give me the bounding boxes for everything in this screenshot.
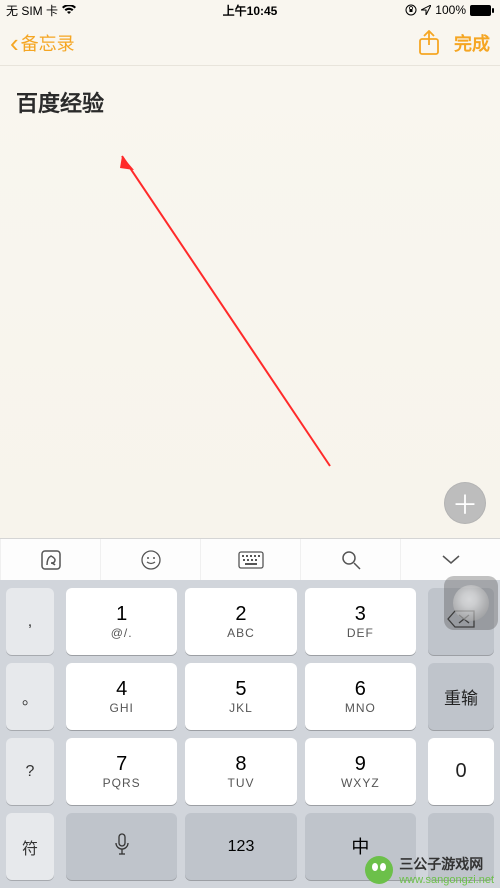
keyboard-switch-button[interactable] [201,539,301,580]
note-text: 百度经验 [16,86,484,118]
key-reenter[interactable]: 重输 [428,663,494,730]
key-mic[interactable] [66,813,177,880]
carrier-text: 无 SIM 卡 [6,2,58,19]
collapse-keyboard-button[interactable] [401,539,500,580]
watermark-title: 三公子游戏网 [399,854,494,874]
emoji-button[interactable] [101,539,201,580]
nav-bar: ‹ 备忘录 完成 [0,20,500,66]
annotation-arrow [0,66,500,538]
add-attachment-button[interactable]: ＋ [444,482,486,524]
battery-icon [470,5,494,16]
key-123[interactable]: 123 [185,813,296,880]
watermark-url: www.sangongzi.net [399,874,494,886]
back-label: 备忘录 [21,30,75,56]
mic-icon [114,833,130,860]
share-button[interactable] [418,30,440,56]
key-comma[interactable]: , [6,588,54,655]
key-4[interactable]: 4GHI [66,663,177,730]
keyboard-right-column: 重输 0 [422,580,500,888]
watermark: 三公子游戏网 www.sangongzi.net [365,854,494,886]
key-period[interactable]: 。 [6,663,54,730]
backspace-icon [447,610,475,633]
watermark-logo-icon [365,856,393,884]
status-left: 无 SIM 卡 [6,2,76,19]
location-icon [421,5,431,15]
key-backspace[interactable] [428,588,494,655]
done-button[interactable]: 完成 [454,30,490,56]
status-bar: 无 SIM 卡 上午10:45 100% [0,0,500,20]
plus-icon: ＋ [452,485,478,522]
key-0[interactable]: 0 [428,738,494,805]
chevron-left-icon: ‹ [10,30,19,56]
rotation-lock-icon [405,4,417,16]
back-button[interactable]: ‹ 备忘录 [10,30,75,56]
wifi-icon [62,5,76,15]
keyboard-toolbar [0,538,500,580]
status-time: 上午10:45 [223,2,278,19]
status-right: 100% [405,3,494,17]
search-button[interactable] [301,539,401,580]
key-question[interactable]: ? [6,738,54,805]
key-7[interactable]: 7PQRS [66,738,177,805]
note-editor[interactable]: 百度经验 ＋ [0,66,500,538]
key-8[interactable]: 8TUV [185,738,296,805]
key-5[interactable]: 5JKL [185,663,296,730]
ime-logo-button[interactable] [0,539,101,580]
keyboard: , 。 ? 符 1@/. 2ABC 3DEF 4GHI 5JKL 6MNO 7P… [0,580,500,888]
keyboard-left-column: , 。 ? 符 [0,580,60,888]
key-2[interactable]: 2ABC [185,588,296,655]
key-9[interactable]: 9WXYZ [305,738,416,805]
key-symbols[interactable]: 符 [6,813,54,880]
keyboard-grid: 1@/. 2ABC 3DEF 4GHI 5JKL 6MNO 7PQRS 8TUV… [60,580,422,888]
key-6[interactable]: 6MNO [305,663,416,730]
battery-text: 100% [435,3,466,17]
key-3[interactable]: 3DEF [305,588,416,655]
key-1[interactable]: 1@/. [66,588,177,655]
